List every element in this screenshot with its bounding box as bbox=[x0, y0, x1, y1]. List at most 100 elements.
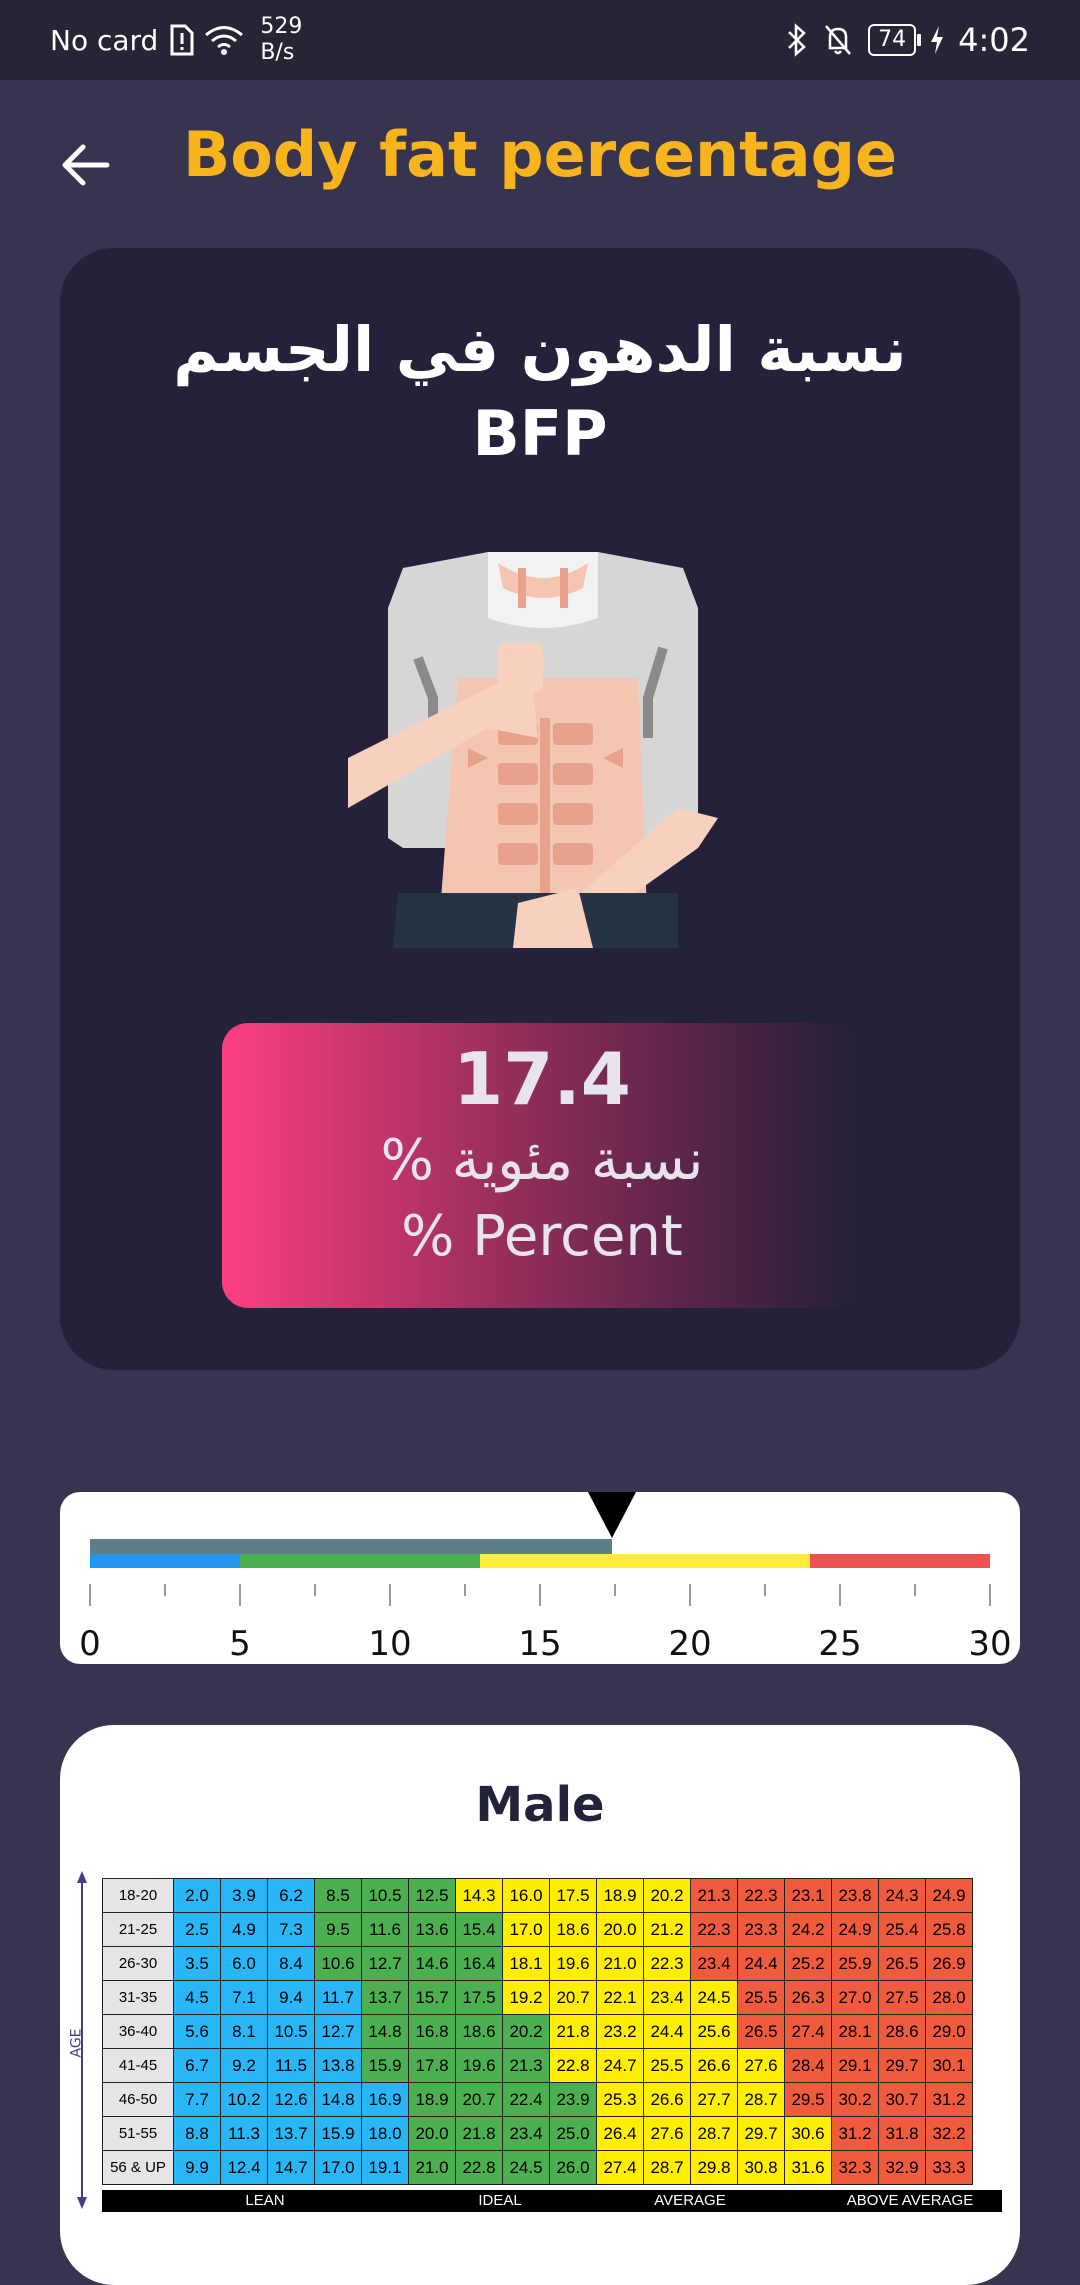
table-cell: 23.3 bbox=[737, 1912, 785, 1947]
table-row: 26-30 3.5 6.0 8.4 10.6 12.7 14.6 16.4 18.1 19.6 21… bbox=[102, 1946, 973, 1981]
table-cell: 24.4 bbox=[643, 2014, 691, 2049]
table-cell: 20.7 bbox=[549, 1980, 597, 2015]
table-cell: 18.0 bbox=[361, 2116, 409, 2151]
table-cell: 27.5 bbox=[878, 1980, 926, 2015]
table-cell: 12.5 bbox=[408, 1878, 456, 1913]
table-cell: 29.5 bbox=[784, 2082, 832, 2117]
table-cell: 5.6 bbox=[173, 2014, 221, 2049]
table-cell: 23.4 bbox=[502, 2116, 550, 2151]
table-cell: 16.0 bbox=[502, 1878, 550, 1913]
battery-indicator: 74 bbox=[868, 24, 922, 56]
male-chart-title: Male bbox=[475, 1777, 605, 1833]
gauge-fill bbox=[90, 1539, 612, 1554]
card-title-ar: نسبة الدهون في الجسم bbox=[173, 313, 907, 386]
table-cell: 6.0 bbox=[220, 1946, 268, 1981]
category-label: AVERAGE bbox=[654, 2192, 726, 2209]
table-cell: 22.8 bbox=[549, 2048, 597, 2083]
table-cell: 23.4 bbox=[690, 1946, 738, 1981]
table-cell: 19.2 bbox=[502, 1980, 550, 2015]
table-cell: 27.0 bbox=[831, 1980, 879, 2015]
gauge-tick bbox=[389, 1584, 391, 1606]
table-cell: 21.0 bbox=[596, 1946, 644, 1981]
table-cell: 28.7 bbox=[643, 2150, 691, 2185]
table-cell: 4.9 bbox=[220, 1912, 268, 1947]
table-row: 31-35 4.5 7.1 9.4 11.7 13.7 15.7 17.5 19.2 20.7 22… bbox=[102, 1980, 973, 2015]
table-cell: 27.4 bbox=[784, 2014, 832, 2049]
table-cell: 26.6 bbox=[690, 2048, 738, 2083]
table-cell: 28.7 bbox=[737, 2082, 785, 2117]
table-cell: 15.7 bbox=[408, 1980, 456, 2015]
table-cell: 7.1 bbox=[220, 1980, 268, 2015]
table-cell: 19.6 bbox=[455, 2048, 503, 2083]
age-cell: 18-20 bbox=[102, 1878, 174, 1913]
gauge-tick bbox=[89, 1584, 91, 1606]
table-cell: 24.7 bbox=[596, 2048, 644, 2083]
table-cell: 25.5 bbox=[737, 1980, 785, 2015]
table-cell: 10.5 bbox=[267, 2014, 315, 2049]
percent-label-en: % Percent bbox=[401, 1204, 683, 1269]
table-cell: 19.6 bbox=[549, 1946, 597, 1981]
table-cell: 17.0 bbox=[502, 1912, 550, 1947]
table-cell: 23.1 bbox=[784, 1878, 832, 1913]
table-cell: 22.4 bbox=[502, 2082, 550, 2117]
table-cell: 28.6 bbox=[878, 2014, 926, 2049]
result-card: نسبة الدهون في الجسم BFP 17.4 نسبة مئوية… bbox=[60, 248, 1020, 1370]
table-cell: 17.5 bbox=[455, 1980, 503, 2015]
table-cell: 25.3 bbox=[596, 2082, 644, 2117]
table-cell: 9.5 bbox=[314, 1912, 362, 1947]
table-cell: 26.9 bbox=[925, 1946, 973, 1981]
table-cell: 27.4 bbox=[596, 2150, 644, 2185]
table-cell: 16.9 bbox=[361, 2082, 409, 2117]
table-cell: 23.8 bbox=[831, 1878, 879, 1913]
gauge-tick bbox=[764, 1584, 766, 1596]
table-cell: 8.4 bbox=[267, 1946, 315, 1981]
table-cell: 9.9 bbox=[173, 2150, 221, 2185]
table-cell: 29.8 bbox=[690, 2150, 738, 2185]
table-cell: 2.5 bbox=[173, 1912, 221, 1947]
card-title-en: BFP bbox=[472, 397, 608, 470]
table-cell: 14.8 bbox=[361, 2014, 409, 2049]
table-cell: 21.8 bbox=[455, 2116, 503, 2151]
clock: 4:02 bbox=[958, 21, 1030, 59]
table-cell: 3.5 bbox=[173, 1946, 221, 1981]
table-cell: 10.5 bbox=[361, 1878, 409, 1913]
table-cell: 29.7 bbox=[878, 2048, 926, 2083]
table-cell: 32.2 bbox=[925, 2116, 973, 2151]
table-cell: 29.1 bbox=[831, 2048, 879, 2083]
table-cell: 25.2 bbox=[784, 1946, 832, 1981]
table-cell: 32.3 bbox=[831, 2150, 879, 2185]
gauge-tick-label: 5 bbox=[229, 1624, 251, 1664]
table-cell: 15.9 bbox=[361, 2048, 409, 2083]
table-cell: 21.8 bbox=[549, 2014, 597, 2049]
table-cell: 13.6 bbox=[408, 1912, 456, 1947]
card-title: نسبة الدهون في الجسم BFP bbox=[60, 308, 1020, 476]
table-cell: 28.0 bbox=[925, 1980, 973, 2015]
age-cell: 51-55 bbox=[102, 2116, 174, 2151]
table-cell: 16.4 bbox=[455, 1946, 503, 1981]
table-cell: 28.4 bbox=[784, 2048, 832, 2083]
abs-torso-illustration bbox=[348, 552, 718, 948]
table-cell: 31.6 bbox=[784, 2150, 832, 2185]
table-cell: 6.2 bbox=[267, 1878, 315, 1913]
table-cell: 21.3 bbox=[690, 1878, 738, 1913]
bfp-value: 17.4 bbox=[453, 1037, 631, 1121]
table-cell: 33.3 bbox=[925, 2150, 973, 2185]
gauge-tick-label: 15 bbox=[518, 1624, 562, 1664]
age-cell: 56 & UP bbox=[102, 2150, 174, 2185]
gauge-tick-label: 0 bbox=[79, 1624, 101, 1664]
table-cell: 25.4 bbox=[878, 1912, 926, 1947]
table-cell: 26.0 bbox=[549, 2150, 597, 2185]
status-bar: No card 529 B/s 74 4:02 bbox=[0, 0, 1080, 80]
table-cell: 23.2 bbox=[596, 2014, 644, 2049]
table-cell: 22.3 bbox=[643, 1946, 691, 1981]
table-cell: 27.7 bbox=[690, 2082, 738, 2117]
table-cell: 24.9 bbox=[831, 1912, 879, 1947]
table-cell: 20.2 bbox=[502, 2014, 550, 2049]
gauge-tick bbox=[989, 1584, 991, 1606]
table-cell: 12.6 bbox=[267, 2082, 315, 2117]
table-cell: 30.6 bbox=[784, 2116, 832, 2151]
gauge-tick bbox=[839, 1584, 841, 1606]
table-row: 41-45 6.7 9.2 11.5 13.8 15.9 17.8 19.6 21.3 22.8 2… bbox=[102, 2048, 973, 2083]
table-cell: 8.5 bbox=[314, 1878, 362, 1913]
table-cell: 32.9 bbox=[878, 2150, 926, 2185]
